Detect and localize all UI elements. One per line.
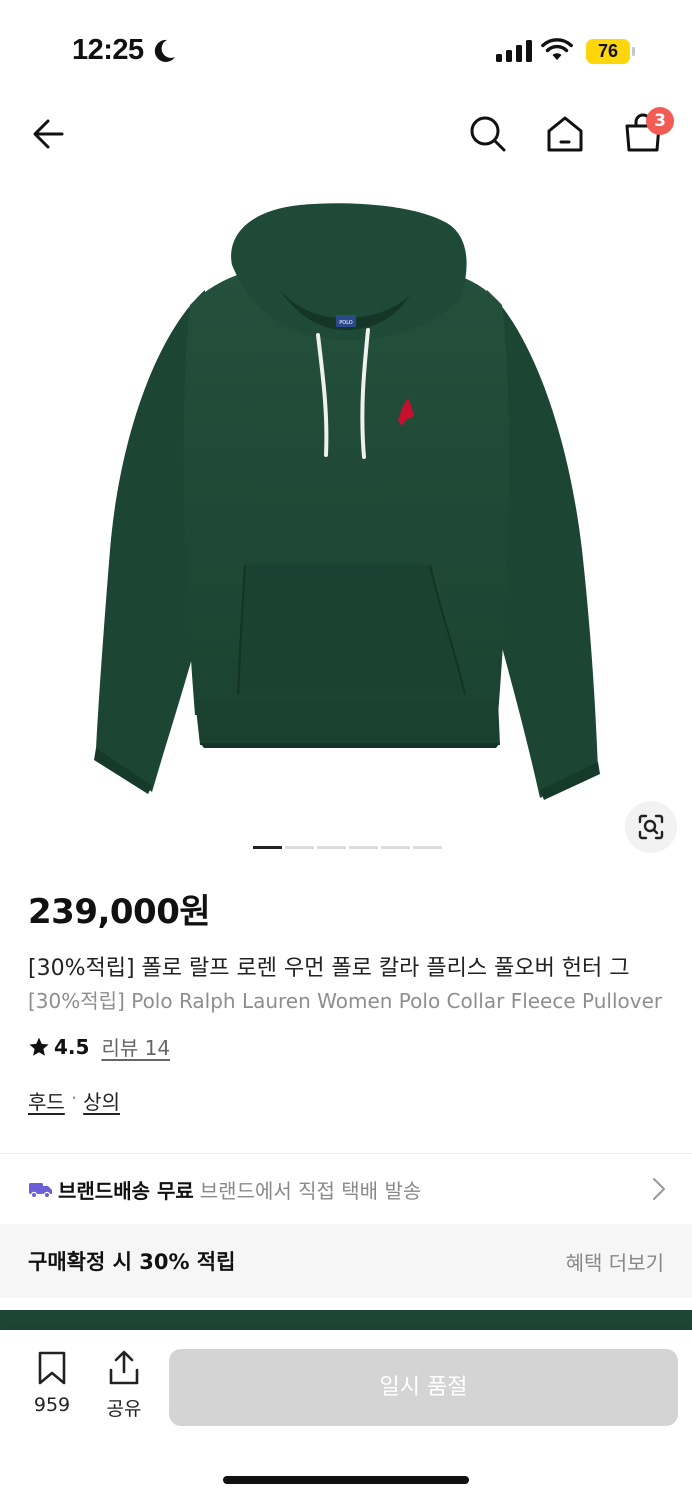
shipping-info-row[interactable]: 브랜드배송 무료 브랜드에서 직접 택배 발송 [0, 1154, 692, 1224]
pager-dot[interactable] [285, 846, 314, 849]
cellular-signal-icon [496, 40, 532, 62]
status-bar: 12:25 76 [0, 0, 692, 100]
benefit-title: 구매확정 시 30% 적립 [28, 1250, 236, 1274]
pager-dot[interactable] [381, 846, 410, 849]
share-button[interactable]: 공유 [92, 1350, 156, 1420]
search-icon[interactable] [466, 112, 510, 156]
product-price: 239,000원 [28, 892, 211, 932]
pager-dot-active[interactable] [253, 846, 282, 849]
back-arrow-icon[interactable] [28, 112, 72, 156]
rating-row: 4.5 리뷰 14 [28, 1032, 170, 1061]
star-icon [29, 1037, 49, 1056]
status-time: 12:25 [72, 34, 144, 66]
top-nav [0, 100, 692, 170]
brand-label: POLO [339, 320, 353, 326]
bookmark-icon [38, 1351, 66, 1385]
rating-value: 4.5 [54, 1034, 90, 1059]
review-count-link[interactable]: 리뷰 14 [101, 1032, 170, 1061]
delivery-truck-icon [29, 1183, 52, 1199]
bottom-action-bar: 959 공유 일시 품절 [0, 1330, 692, 1500]
hoodie-illustration: POLO [94, 203, 600, 800]
battery-indicator: 76 [586, 39, 630, 64]
category-separator: · [70, 1086, 78, 1110]
wifi-icon [541, 38, 573, 60]
gallery-pager [253, 846, 442, 849]
shipping-detail: 브랜드에서 직접 택배 발송 [199, 1178, 422, 1203]
visual-search-icon [638, 814, 664, 840]
product-title-english: [30%적립] Polo Ralph Lauren Women Polo Col… [28, 989, 663, 1013]
pager-dot[interactable] [349, 846, 378, 849]
wishlist-count: 959 [33, 1394, 71, 1416]
wishlist-button[interactable]: 959 [20, 1350, 84, 1420]
category-breadcrumb: 후드 · 상의 [28, 1086, 120, 1115]
pager-dot[interactable] [413, 846, 442, 849]
home-indicator [223, 1476, 469, 1484]
category-link-tops[interactable]: 상의 [83, 1086, 120, 1115]
sold-out-button[interactable]: 일시 품절 [169, 1349, 678, 1426]
share-label: 공유 [106, 1398, 142, 1420]
moon-icon [154, 39, 175, 62]
cart-count-badge: 3 [646, 107, 674, 135]
shipping-label: 브랜드배송 무료 [58, 1178, 194, 1203]
chevron-right-icon [653, 1178, 665, 1200]
share-icon [109, 1350, 139, 1385]
category-link-hood[interactable]: 후드 [28, 1086, 65, 1115]
pager-dot[interactable] [317, 846, 346, 849]
product-title-korean: [30%적립] 폴로 랄프 로렌 우먼 폴로 칼라 플리스 풀오버 헌터 그 [28, 956, 630, 981]
battery-cap [632, 47, 635, 56]
benefit-row: 구매확정 시 30% 적립 혜택 더보기 [0, 1224, 692, 1298]
product-image[interactable]: POLO [0, 170, 692, 830]
image-search-button[interactable] [625, 801, 677, 853]
home-icon[interactable] [543, 112, 587, 156]
benefit-more-link[interactable]: 혜택 더보기 [566, 1247, 664, 1276]
